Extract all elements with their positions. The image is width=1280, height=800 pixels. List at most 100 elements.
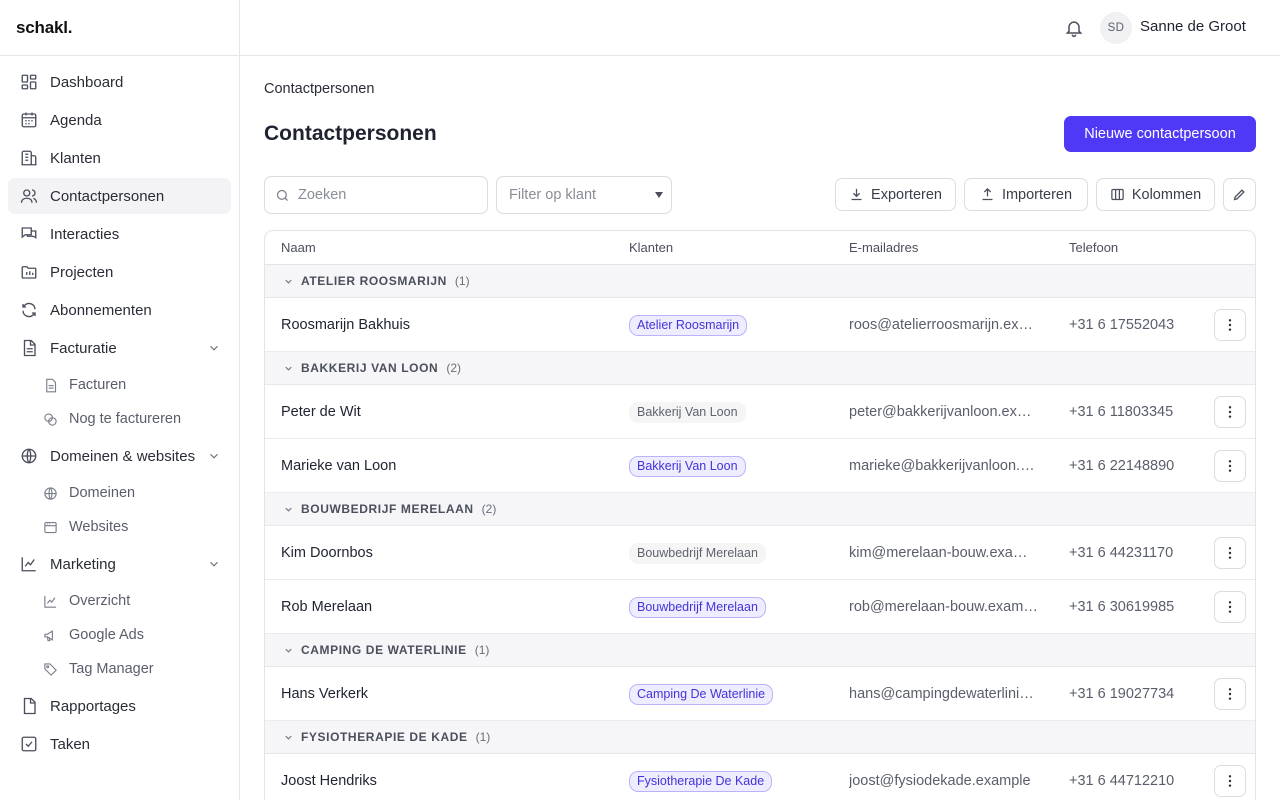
download-icon bbox=[851, 188, 862, 201]
more-vertical-icon bbox=[1228, 460, 1232, 472]
sidebar-item-label: Nog te factureren bbox=[69, 411, 182, 427]
client-badge[interactable]: Fysiotherapie De Kade bbox=[629, 770, 773, 792]
table-row[interactable]: Peter de Wit Bakkerij Van Loon peter@bakke… bbox=[265, 385, 1255, 439]
sidebar-item-taken[interactable]: Taken bbox=[8, 726, 231, 762]
sidebar-item-tag-manager[interactable]: Tag Manager bbox=[8, 652, 231, 686]
sidebar-item-agenda[interactable]: Agenda bbox=[8, 102, 231, 138]
column-header-naam[interactable]: Naam bbox=[281, 240, 316, 255]
contact-name[interactable]: Peter de Wit bbox=[281, 385, 611, 439]
row-actions-button[interactable] bbox=[1214, 396, 1246, 428]
group-row[interactable]: BAKKERIJ VAN LOON (2) bbox=[265, 352, 1255, 385]
client-filter-select[interactable]: Filter op klant bbox=[496, 176, 672, 214]
row-actions-button[interactable] bbox=[1214, 678, 1246, 710]
email-cell[interactable]: roos@atelierroosmarijn.example bbox=[849, 298, 1039, 352]
group-row[interactable]: BOUWBEDRIJF MERELAAN (2) bbox=[265, 493, 1255, 526]
row-actions-button[interactable] bbox=[1214, 450, 1246, 482]
columns-button[interactable]: Kolommen bbox=[1096, 178, 1215, 211]
search-field[interactable] bbox=[264, 176, 488, 214]
email-cell[interactable]: peter@bakkerijvanloon.example bbox=[849, 385, 1039, 439]
group-row[interactable]: ATELIER ROOSMARIJN (1) bbox=[265, 265, 1255, 298]
column-header-telefoon[interactable]: Telefoon bbox=[1069, 240, 1118, 255]
new-contact-button[interactable]: Nieuwe contactpersoon bbox=[1064, 116, 1256, 152]
sidebar-item-facturatie[interactable]: Facturatie bbox=[8, 330, 231, 366]
breadcrumb[interactable]: Contactpersonen bbox=[264, 81, 374, 97]
chevron-down-icon[interactable] bbox=[207, 449, 221, 463]
sidebar-item-contactpersonen[interactable]: Contactpersonen bbox=[8, 178, 231, 214]
sidebar-item-facturen[interactable]: Facturen bbox=[8, 368, 231, 402]
folder-icon bbox=[21, 266, 37, 279]
client-badge[interactable]: Atelier Roosmarijn bbox=[629, 314, 748, 336]
sidebar-item-klanten[interactable]: Klanten bbox=[8, 140, 231, 176]
user-name[interactable]: Sanne de Groot bbox=[1140, 18, 1246, 35]
client-badge[interactable]: Bouwbedrijf Merelaan bbox=[629, 596, 766, 618]
chevron-down-icon[interactable] bbox=[283, 645, 294, 656]
import-button[interactable]: Importeren bbox=[964, 178, 1088, 211]
sidebar-item-label: Facturen bbox=[69, 377, 127, 393]
client-cell: Camping De Waterlinie bbox=[629, 667, 839, 721]
table-row[interactable]: Hans Verkerk Camping De Waterlinie hans@ca… bbox=[265, 667, 1255, 721]
sidebar-item-websites[interactable]: Websites bbox=[8, 510, 231, 544]
group-name: FYSIOTHERAPIE DE KADE bbox=[301, 730, 468, 744]
sidebar-item-projecten[interactable]: Projecten bbox=[8, 254, 231, 290]
table-row[interactable]: Joost Hendriks Fysiotherapie De Kade joost… bbox=[265, 754, 1255, 800]
sidebar-item-nog-te-factureren[interactable]: Nog te factureren bbox=[8, 402, 231, 436]
client-badge[interactable]: Bakkerij Van Loon bbox=[629, 455, 746, 477]
contact-name[interactable]: Rob Merelaan bbox=[281, 580, 611, 634]
sidebar-item-label: Projecten bbox=[50, 263, 114, 281]
avatar[interactable]: SD bbox=[1100, 12, 1132, 44]
export-button[interactable]: Exporteren bbox=[835, 178, 956, 211]
contact-name[interactable]: Marieke van Loon bbox=[281, 439, 611, 493]
table-row[interactable]: Roosmarijn Bakhuis Atelier Roosmarijn roos… bbox=[265, 298, 1255, 352]
contact-name[interactable]: Roosmarijn Bakhuis bbox=[281, 298, 611, 352]
table-row[interactable]: Marieke van Loon Bakkerij Van Loon marieke… bbox=[265, 439, 1255, 493]
edit-button[interactable] bbox=[1223, 178, 1256, 211]
email-cell[interactable]: joost@fysiodekade.example bbox=[849, 754, 1039, 800]
email-cell[interactable]: hans@campingdewaterlinie.example bbox=[849, 667, 1039, 721]
brand-logo[interactable]: schakl. bbox=[0, 0, 239, 56]
contacts-table: Naam Klanten E-mailadres Telefoon ATELIE… bbox=[264, 230, 1256, 800]
client-badge[interactable]: Camping De Waterlinie bbox=[629, 683, 774, 705]
group-row[interactable]: FYSIOTHERAPIE DE KADE (1) bbox=[265, 721, 1255, 754]
row-actions-button[interactable] bbox=[1214, 591, 1246, 623]
column-header-klanten[interactable]: Klanten bbox=[629, 240, 673, 255]
upload-icon bbox=[982, 187, 993, 201]
sidebar-item-interacties[interactable]: Interacties bbox=[8, 216, 231, 252]
contact-name[interactable]: Hans Verkerk bbox=[281, 667, 611, 721]
sidebar-item-dashboard[interactable]: Dashboard bbox=[8, 64, 231, 100]
contact-name[interactable]: Kim Doornbos bbox=[281, 526, 611, 580]
sidebar-item-overzicht[interactable]: Overzicht bbox=[8, 584, 231, 618]
client-cell: Bakkerij Van Loon bbox=[629, 385, 839, 439]
sidebar-item-label: Domeinen bbox=[69, 485, 136, 501]
column-header-email[interactable]: E-mailadres bbox=[849, 240, 918, 255]
email-cell[interactable]: marieke@bakkerijvanloon.example bbox=[849, 439, 1039, 493]
bell-icon[interactable] bbox=[1064, 18, 1084, 38]
email-cell[interactable]: kim@merelaan-bouw.example bbox=[849, 526, 1039, 580]
chevron-down-icon[interactable] bbox=[283, 363, 294, 374]
sidebar-item-rapportages[interactable]: Rapportages bbox=[8, 688, 231, 724]
row-actions-button[interactable] bbox=[1214, 309, 1246, 341]
table-row[interactable]: Kim Doornbos Bouwbedrijf Merelaan kim@mere… bbox=[265, 526, 1255, 580]
sidebar-item-domeinen[interactable]: Domeinen bbox=[8, 476, 231, 510]
sidebar-item-domeinen-websites[interactable]: Domeinen & websites bbox=[8, 438, 231, 474]
row-actions-button[interactable] bbox=[1214, 537, 1246, 569]
row-actions-button[interactable] bbox=[1214, 765, 1246, 797]
sidebar-item-marketing[interactable]: Marketing bbox=[8, 546, 231, 582]
client-badge[interactable]: Bakkerij Van Loon bbox=[629, 401, 746, 423]
email-cell[interactable]: rob@merelaan-bouw.example bbox=[849, 580, 1039, 634]
chevron-down-icon[interactable] bbox=[283, 504, 294, 515]
client-badge[interactable]: Bouwbedrijf Merelaan bbox=[629, 542, 766, 564]
sidebar-item-label: Abonnementen bbox=[50, 301, 152, 319]
contact-name[interactable]: Joost Hendriks bbox=[281, 754, 611, 800]
sidebar: schakl. Dashboard Agenda Klanten Contact… bbox=[0, 0, 240, 800]
chevron-down-icon[interactable] bbox=[207, 557, 221, 571]
table-row[interactable]: Rob Merelaan Bouwbedrijf Merelaan rob@mere… bbox=[265, 580, 1255, 634]
chevron-down-icon[interactable] bbox=[283, 732, 294, 743]
more-vertical-icon bbox=[1228, 406, 1232, 418]
sidebar-item-google-ads[interactable]: Google Ads bbox=[8, 618, 231, 652]
search-input[interactable] bbox=[298, 187, 468, 203]
group-row[interactable]: CAMPING DE WATERLINIE (1) bbox=[265, 634, 1255, 667]
sidebar-item-abonnementen[interactable]: Abonnementen bbox=[8, 292, 231, 328]
pencil-icon bbox=[1233, 189, 1245, 201]
chevron-down-icon[interactable] bbox=[283, 276, 294, 287]
chevron-down-icon[interactable] bbox=[207, 341, 221, 355]
